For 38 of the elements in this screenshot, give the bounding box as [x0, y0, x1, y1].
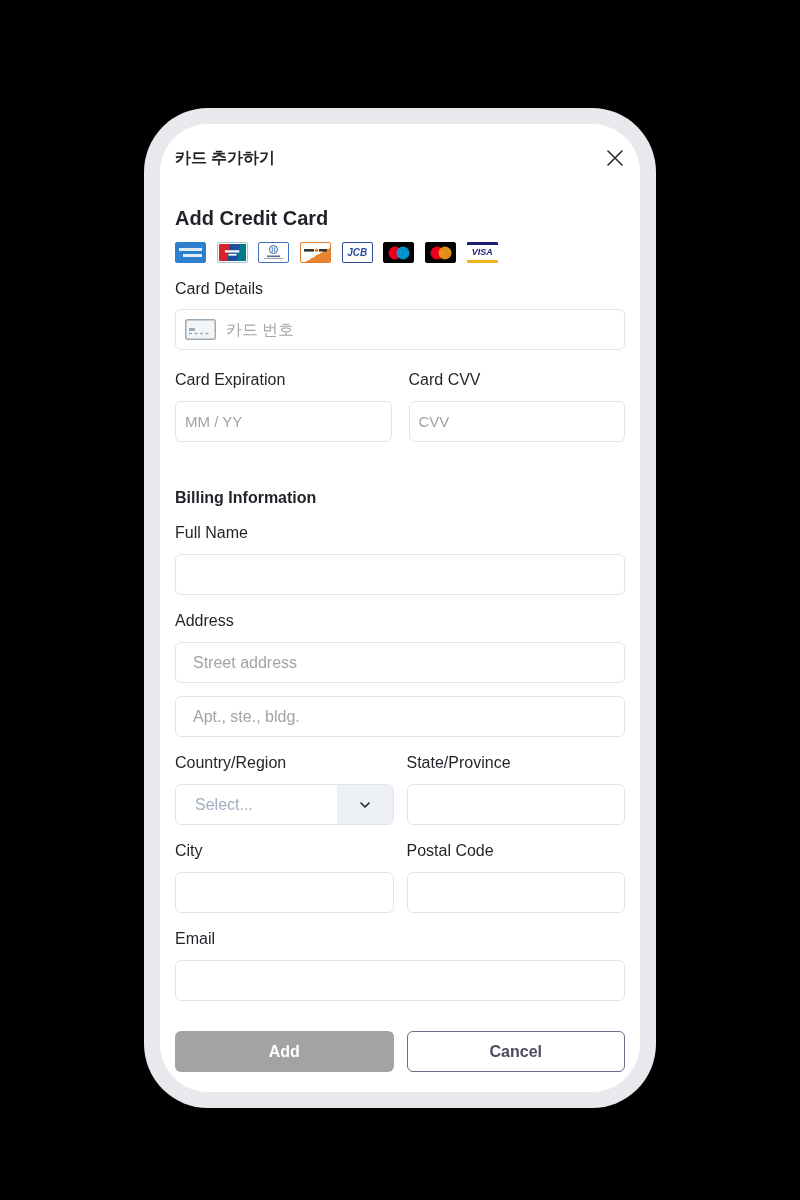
field-label: Email — [175, 929, 215, 949]
card-number-field[interactable]: 카드 번호 — [175, 309, 625, 350]
input-field[interactable]: CVV — [408, 401, 625, 442]
input-field[interactable] — [175, 554, 625, 595]
card-brand-text: JCB — [347, 247, 368, 258]
input-field[interactable] — [175, 960, 625, 1001]
select-field[interactable]: Select... — [175, 784, 394, 825]
field-label: Card Details — [175, 279, 264, 299]
card-icon — [185, 319, 216, 340]
field-label: State/Province — [406, 753, 511, 773]
close-icon[interactable] — [607, 150, 623, 166]
card-logo-icon — [216, 242, 248, 263]
input-field[interactable]: Apt., ste., bldg. — [175, 696, 625, 737]
input-field[interactable] — [406, 784, 625, 825]
input-field[interactable] — [175, 872, 394, 913]
field-label: Card CVV — [408, 370, 481, 390]
field-label: Full Name — [175, 523, 248, 543]
field-label: Country/Region — [175, 753, 287, 773]
card-logo-icon — [258, 242, 290, 263]
select-placeholder: Select... — [194, 795, 254, 815]
card-logo-icon — [175, 242, 206, 263]
form-title: Add Credit Card — [175, 206, 329, 230]
card-logo-icon — [383, 242, 415, 263]
modal-title: 카드 추가하기 — [175, 148, 276, 168]
card-logo-icon — [300, 242, 332, 263]
input-field[interactable]: Street address — [175, 642, 625, 683]
card-logo-icon — [425, 242, 457, 263]
field-label: Address — [175, 611, 234, 631]
card-brand-text: VISA — [471, 248, 493, 257]
section-title: Billing Information — [175, 488, 317, 508]
input-field[interactable]: MM / YY — [175, 401, 392, 442]
input-field[interactable] — [406, 872, 625, 913]
field-label: Card Expiration — [175, 370, 286, 390]
chevron-down-icon — [359, 801, 370, 808]
dropdown-button[interactable] — [336, 785, 393, 824]
field-label: City — [175, 841, 203, 861]
cancel-button[interactable]: Cancel — [406, 1031, 625, 1072]
field-label: Postal Code — [406, 841, 494, 861]
